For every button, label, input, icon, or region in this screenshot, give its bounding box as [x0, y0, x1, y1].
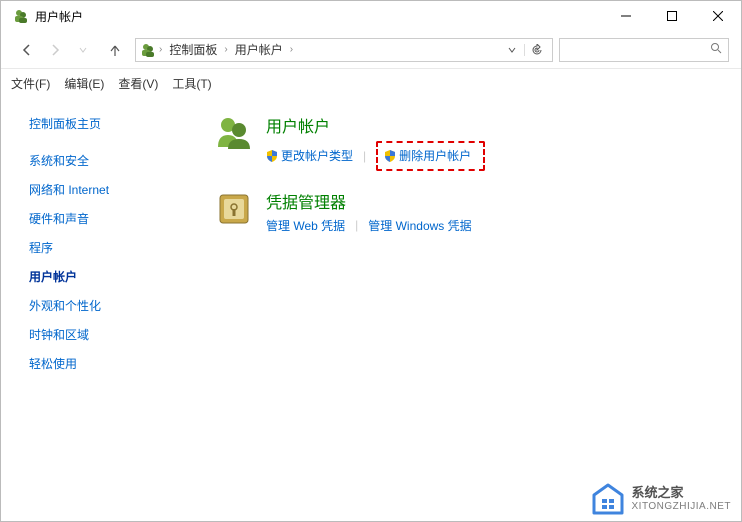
sidebar-item-user-accounts[interactable]: 用户帐户 [29, 268, 186, 285]
watermark-url: XITONGZHIJIA.NET [632, 501, 732, 512]
link-separator: | [363, 149, 366, 163]
sidebar-item-appearance[interactable]: 外观和个性化 [29, 297, 186, 314]
credential-manager-icon [214, 189, 254, 229]
close-button[interactable] [695, 1, 741, 31]
breadcrumb-sep: › [287, 44, 296, 55]
minimize-button[interactable] [603, 1, 649, 31]
breadcrumb-sep: › [221, 44, 230, 55]
link-label: 更改帐户类型 [281, 147, 353, 164]
sidebar-item-cp-home[interactable]: 控制面板主页 [29, 115, 186, 132]
category-user-accounts: 用户帐户 更改帐户类型 | 删除用户帐户 [214, 113, 721, 171]
search-icon [710, 42, 722, 57]
link-change-account-type[interactable]: 更改帐户类型 [266, 147, 353, 164]
up-button[interactable] [101, 38, 129, 62]
breadcrumb-sep: › [156, 44, 165, 55]
link-manage-windows-credentials[interactable]: 管理 Windows 凭据 [368, 217, 471, 234]
link-manage-web-credentials[interactable]: 管理 Web 凭据 [266, 217, 345, 234]
sidebar: 控制面板主页 系统和安全 网络和 Internet 硬件和声音 程序 用户帐户 … [1, 97, 186, 521]
menu-edit[interactable]: 编辑(E) [64, 75, 104, 92]
link-label: 删除用户帐户 [399, 147, 471, 164]
back-button[interactable] [13, 38, 41, 62]
maximize-button[interactable] [649, 1, 695, 31]
content: 控制面板主页 系统和安全 网络和 Internet 硬件和声音 程序 用户帐户 … [1, 97, 741, 521]
sidebar-item-network[interactable]: 网络和 Internet [29, 181, 186, 198]
link-label: 管理 Web 凭据 [266, 217, 345, 234]
sidebar-item-programs[interactable]: 程序 [29, 239, 186, 256]
watermark: 系统之家 XITONGZHIJIA.NET [590, 483, 732, 515]
highlight-delete-user: 删除用户帐户 [376, 141, 485, 171]
category-credential-manager: 凭据管理器 管理 Web 凭据 | 管理 Windows 凭据 [214, 189, 721, 234]
link-label: 管理 Windows 凭据 [368, 217, 471, 234]
link-delete-user-account[interactable]: 删除用户帐户 [384, 147, 471, 164]
category-title-credentials[interactable]: 凭据管理器 [266, 189, 472, 213]
menu-file[interactable]: 文件(F) [11, 75, 50, 92]
sidebar-item-system-security[interactable]: 系统和安全 [29, 152, 186, 169]
menu-view[interactable]: 查看(V) [118, 75, 158, 92]
window-controls [603, 1, 741, 31]
window-title: 用户帐户 [35, 8, 603, 25]
titlebar: 用户帐户 [1, 1, 741, 31]
shield-icon [384, 150, 396, 162]
address-bar[interactable]: › 控制面板 › 用户帐户 › [135, 38, 553, 62]
main-panel: 用户帐户 更改帐户类型 | 删除用户帐户 [186, 97, 741, 521]
menubar: 文件(F) 编辑(E) 查看(V) 工具(T) [1, 69, 741, 97]
search-input[interactable] [559, 38, 729, 62]
sidebar-item-ease-of-access[interactable]: 轻松使用 [29, 355, 186, 372]
category-title-user-accounts[interactable]: 用户帐户 [266, 113, 485, 137]
user-accounts-icon [13, 8, 29, 24]
user-accounts-icon [140, 42, 156, 58]
watermark-logo-icon [590, 483, 626, 515]
navbar: › 控制面板 › 用户帐户 › [1, 31, 741, 69]
sidebar-item-clock-region[interactable]: 时钟和区域 [29, 326, 186, 343]
user-accounts-large-icon [214, 113, 254, 153]
breadcrumb-control-panel[interactable]: 控制面板 [165, 41, 221, 58]
forward-button[interactable] [41, 38, 69, 62]
address-dropdown[interactable] [500, 45, 524, 55]
menu-tools[interactable]: 工具(T) [172, 75, 211, 92]
sidebar-item-hardware-sound[interactable]: 硬件和声音 [29, 210, 186, 227]
watermark-name: 系统之家 [632, 486, 732, 500]
refresh-button[interactable] [524, 44, 548, 56]
breadcrumb-user-accounts[interactable]: 用户帐户 [231, 41, 287, 58]
link-separator: | [355, 218, 358, 232]
shield-icon [266, 150, 278, 162]
recent-dropdown[interactable] [69, 38, 97, 62]
